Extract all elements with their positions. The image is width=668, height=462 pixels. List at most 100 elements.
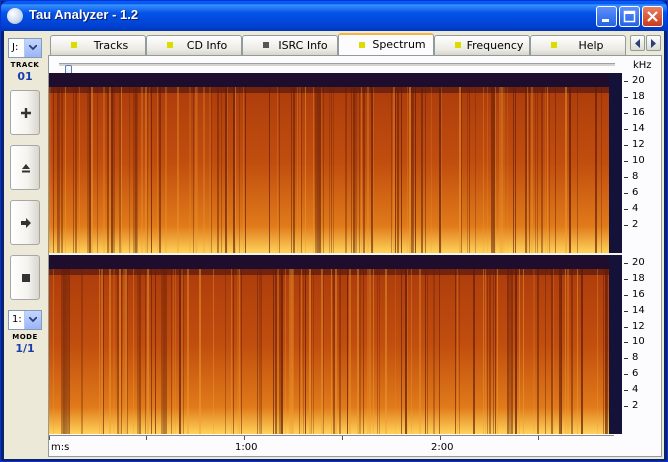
time-tick	[49, 436, 50, 440]
frequency-tick-label: 2	[632, 219, 639, 230]
frequency-axis-2: 20 18 16 14 12 10 8 6 4 2	[624, 255, 659, 434]
frequency-tick	[624, 113, 628, 114]
frequency-tick	[624, 342, 628, 343]
frequency-tick-label: 8	[632, 352, 639, 363]
add-button[interactable]	[10, 90, 40, 135]
mode-select[interactable]: 1:	[8, 310, 42, 330]
spectrogram-channel-2	[49, 255, 609, 434]
eject-button[interactable]	[10, 145, 40, 190]
frequency-tick-label: 16	[632, 107, 645, 118]
chevron-right-icon	[651, 39, 656, 48]
frequency-tick	[624, 263, 628, 264]
chevron-down-icon	[29, 45, 37, 51]
drive-select[interactable]: J:	[8, 38, 42, 58]
frequency-tick-label: 4	[632, 203, 639, 214]
time-tick	[342, 436, 343, 440]
frequency-tick	[624, 327, 628, 328]
frequency-tick	[624, 81, 628, 82]
time-label-1: 1:00	[235, 442, 258, 453]
frequency-tick-label: 10	[632, 155, 645, 166]
tab-spectrum[interactable]: Spectrum	[338, 33, 434, 55]
time-tick	[146, 436, 147, 440]
spectrogram-image	[49, 73, 609, 253]
frequency-tick	[624, 193, 628, 194]
mode-select-dropdown[interactable]	[24, 311, 41, 329]
time-axis: m:s 1:00 2:00	[49, 435, 614, 457]
frequency-tick	[624, 311, 628, 312]
frequency-tick-label: 18	[632, 273, 645, 284]
tab-tracks-led	[71, 42, 77, 48]
close-button[interactable]	[642, 6, 663, 27]
title-bar[interactable]: Tau Analyzer - 1.2	[1, 1, 667, 31]
tab-cd-info[interactable]: CD Info	[146, 35, 242, 55]
tab-tracks[interactable]: Tracks	[50, 35, 146, 55]
tab-help[interactable]: Help	[530, 35, 626, 55]
tab-frequency-label: Frequency	[466, 39, 524, 52]
time-tick	[440, 436, 441, 440]
tab-isrc-info[interactable]: ISRC Info	[242, 35, 338, 55]
frequency-tick-label: 12	[632, 139, 645, 150]
frequency-axis-1: 20 18 16 14 12 10 8 6 4 2	[624, 73, 659, 253]
chevron-down-icon	[29, 317, 37, 323]
minimize-button[interactable]	[596, 6, 617, 27]
frequency-tick-label: 8	[632, 171, 639, 182]
position-slider[interactable]	[59, 63, 615, 76]
frequency-tick-label: 18	[632, 91, 645, 102]
play-button[interactable]	[10, 200, 40, 245]
drive-select-value: J:	[12, 42, 19, 53]
spectrogram-area: 20 18 16 14 12 10 8 6 4 2 20 18 16 14 12 10 8 6 4 2	[49, 73, 645, 434]
spectrogram-image	[49, 255, 609, 434]
frequency-tick	[624, 374, 628, 375]
mode-value: 1/1	[15, 342, 35, 355]
frequency-tick	[624, 161, 628, 162]
frequency-unit-label: kHz	[633, 60, 652, 71]
frequency-tick	[624, 209, 628, 210]
app-window: Tau Analyzer - 1.2 J: TRACK 01 1: MODE 1…	[0, 0, 668, 462]
frequency-tick	[624, 145, 628, 146]
time-tick	[538, 436, 539, 440]
eject-icon	[22, 164, 30, 173]
frequency-tick-label: 6	[632, 368, 639, 379]
frequency-tick-label: 4	[632, 384, 639, 395]
tab-scroll-left[interactable]	[630, 35, 645, 51]
tab-scroll-right[interactable]	[646, 35, 661, 51]
mode-label: MODE	[12, 333, 38, 341]
frequency-tick	[624, 390, 628, 391]
tab-spectrum-led	[359, 42, 365, 48]
window-title: Tau Analyzer - 1.2	[29, 7, 139, 22]
time-label-2: 2:00	[431, 442, 454, 453]
mode-select-value: 1:	[12, 314, 22, 325]
play-arrow-icon	[21, 218, 31, 228]
frequency-tick	[624, 279, 628, 280]
chevron-left-icon	[635, 39, 640, 48]
tab-cd-info-label: CD Info	[186, 39, 228, 52]
stop-button[interactable]	[10, 255, 40, 300]
drive-select-dropdown[interactable]	[24, 39, 41, 57]
time-unit-label: m:s	[51, 442, 70, 453]
frequency-tick	[624, 177, 628, 178]
stop-icon	[22, 274, 30, 282]
frequency-tick-label: 2	[632, 400, 639, 411]
close-icon	[647, 11, 658, 22]
spectrogram-channel-1	[49, 73, 609, 253]
frequency-tick-label: 6	[632, 187, 639, 198]
tab-isrc-info-led	[263, 42, 269, 48]
frequency-tick-label: 20	[632, 257, 645, 268]
tab-help-label: Help	[578, 39, 604, 52]
maximize-button[interactable]	[619, 6, 640, 27]
frequency-tick	[624, 225, 628, 226]
frequency-tick-label: 14	[632, 123, 645, 134]
tab-isrc-info-label: ISRC Info	[278, 39, 328, 52]
spectrogram-edge-1	[609, 73, 622, 253]
frequency-tick	[624, 358, 628, 359]
app-icon	[7, 8, 23, 24]
tab-frequency[interactable]: Frequency	[434, 35, 530, 55]
frequency-tick-label: 14	[632, 305, 645, 316]
spectrum-panel: kHz 20 18 16 14 12 10 8 6 4 2 20 18 16 14 12 10 8 6 4 2 m:…	[48, 55, 662, 457]
frequency-tick-label: 12	[632, 321, 645, 332]
tab-cd-info-led	[167, 42, 173, 48]
tab-spectrum-label: Spectrum	[372, 38, 426, 51]
track-number: 01	[17, 70, 33, 83]
track-label: TRACK	[10, 61, 40, 69]
frequency-tick	[624, 129, 628, 130]
